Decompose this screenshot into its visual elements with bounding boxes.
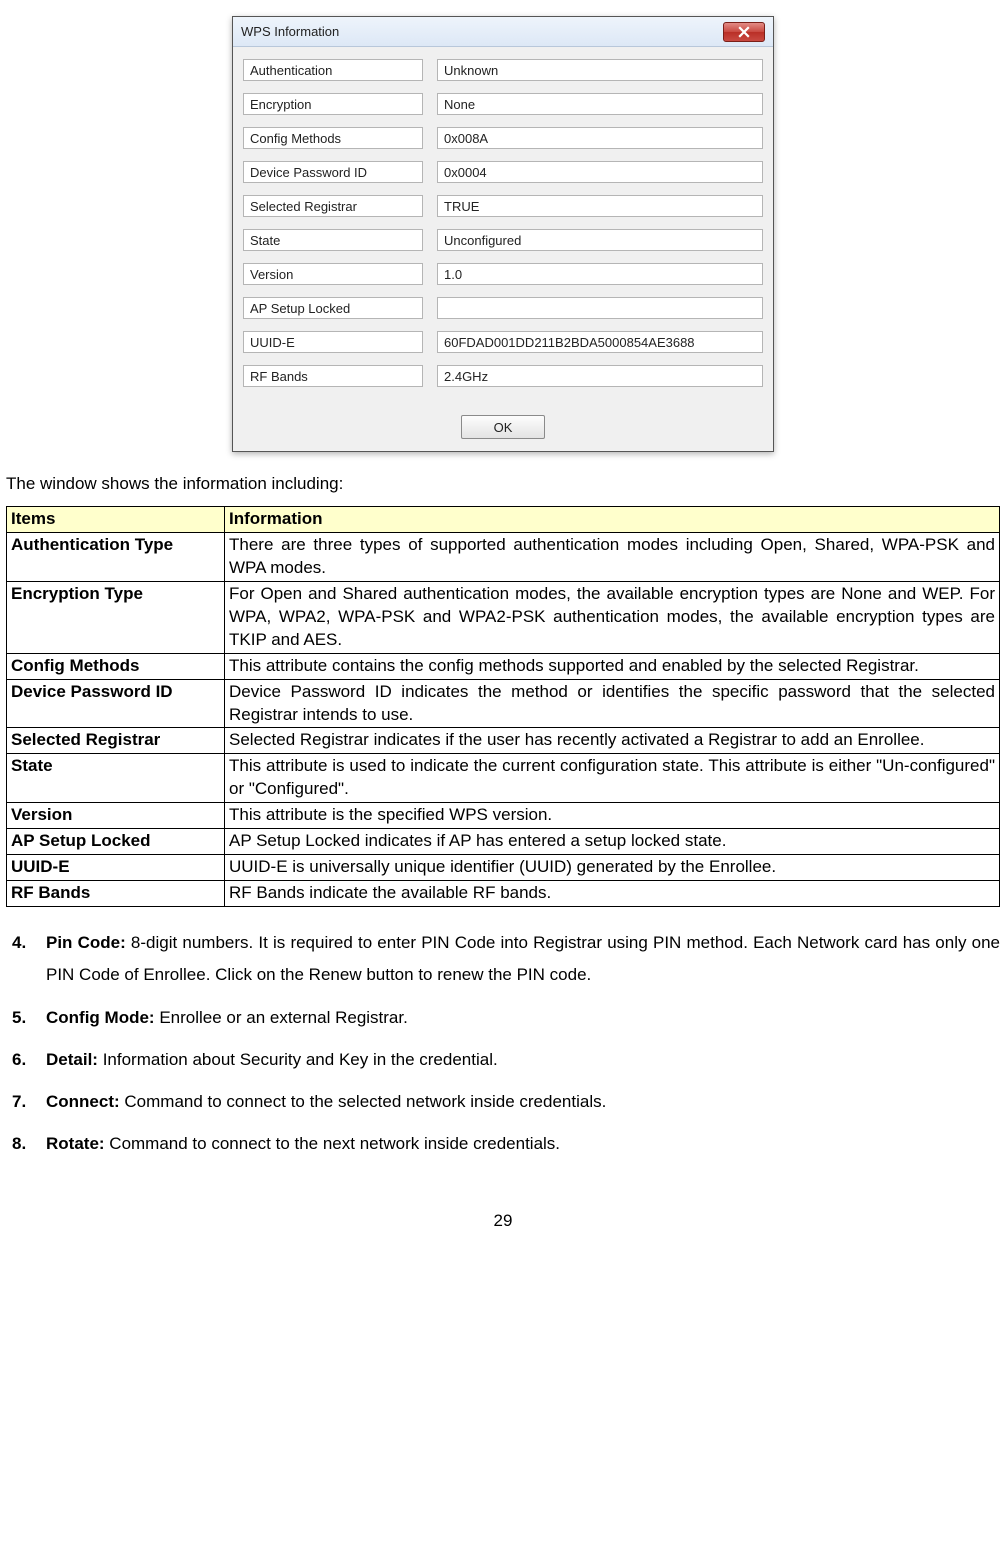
list-item: Detail: Information about Security and K…: [46, 1044, 1000, 1076]
table-row: VersionThis attribute is the specified W…: [7, 803, 1000, 829]
table-cell-item: Device Password ID: [7, 679, 225, 728]
table-row: Authentication TypeThere are three types…: [7, 532, 1000, 581]
table-cell-item: AP Setup Locked: [7, 829, 225, 855]
dialog-field-label: Selected Registrar: [243, 195, 423, 217]
dialog-field-value: 0x0004: [437, 161, 763, 183]
table-cell-info: Device Password ID indicates the method …: [225, 679, 1000, 728]
dialog-field-row: State Unconfigured: [243, 229, 763, 251]
table-cell-info: This attribute is used to indicate the c…: [225, 754, 1000, 803]
table-row: Selected RegistrarSelected Registrar ind…: [7, 728, 1000, 754]
dialog-field-row: Version 1.0: [243, 263, 763, 285]
page-number: 29: [6, 1211, 1000, 1231]
list-item-body: Information about Security and Key in th…: [98, 1050, 498, 1069]
list-item-body: Command to connect to the next network i…: [105, 1134, 560, 1153]
table-row: Device Password IDDevice Password ID ind…: [7, 679, 1000, 728]
dialog-field-label: State: [243, 229, 423, 251]
dialog-field-label: Config Methods: [243, 127, 423, 149]
table-row: RF BandsRF Bands indicate the available …: [7, 881, 1000, 907]
dialog-field-row: Authentication Unknown: [243, 59, 763, 81]
list-item: Pin Code: 8-digit numbers. It is require…: [46, 927, 1000, 992]
table-cell-info: RF Bands indicate the available RF bands…: [225, 881, 1000, 907]
dialog-field-value: TRUE: [437, 195, 763, 217]
dialog-titlebar: WPS Information: [233, 17, 773, 47]
table-cell-info: This attribute is the specified WPS vers…: [225, 803, 1000, 829]
list-item-title: Config Mode:: [46, 1008, 155, 1027]
list-item-title: Rotate:: [46, 1134, 105, 1153]
dialog-field-row: UUID-E 60FDAD001DD211B2BDA5000854AE3688: [243, 331, 763, 353]
table-cell-item: RF Bands: [7, 881, 225, 907]
dialog-field-value: Unknown: [437, 59, 763, 81]
table-row: StateThis attribute is used to indicate …: [7, 754, 1000, 803]
table-cell-info: AP Setup Locked indicates if AP has ente…: [225, 829, 1000, 855]
dialog-field-row: RF Bands 2.4GHz: [243, 365, 763, 387]
table-cell-item: State: [7, 754, 225, 803]
table-row: Config MethodsThis attribute contains th…: [7, 653, 1000, 679]
list-item-title: Detail:: [46, 1050, 98, 1069]
table-cell-item: UUID-E: [7, 855, 225, 881]
close-icon: [738, 26, 750, 38]
list-item: Connect: Command to connect to the selec…: [46, 1086, 1000, 1118]
wps-info-dialog: WPS Information Authentication Unknown Enc…: [232, 16, 774, 452]
table-cell-info: There are three types of supported authe…: [225, 532, 1000, 581]
table-row: Encryption TypeFor Open and Shared authe…: [7, 581, 1000, 653]
table-cell-item: Encryption Type: [7, 581, 225, 653]
numbered-list: Pin Code: 8-digit numbers. It is require…: [6, 927, 1000, 1161]
table-cell-item: Config Methods: [7, 653, 225, 679]
table-cell-item: Version: [7, 803, 225, 829]
list-item-body: Enrollee or an external Registrar.: [155, 1008, 408, 1027]
table-header-items: Items: [7, 507, 225, 533]
dialog-field-label: Encryption: [243, 93, 423, 115]
close-button[interactable]: [723, 22, 765, 42]
list-item-title: Connect:: [46, 1092, 120, 1111]
table-cell-item: Authentication Type: [7, 532, 225, 581]
dialog-field-row: Selected Registrar TRUE: [243, 195, 763, 217]
dialog-field-value: 1.0: [437, 263, 763, 285]
table-cell-info: UUID-E is universally unique identifier …: [225, 855, 1000, 881]
dialog-field-row: Encryption None: [243, 93, 763, 115]
table-header-info: Information: [225, 507, 1000, 533]
dialog-field-label: Device Password ID: [243, 161, 423, 183]
dialog-field-value: None: [437, 93, 763, 115]
dialog-field-value: 60FDAD001DD211B2BDA5000854AE3688: [437, 331, 763, 353]
table-cell-info: Selected Registrar indicates if the user…: [225, 728, 1000, 754]
dialog-field-value: [437, 297, 763, 319]
dialog-field-row: AP Setup Locked: [243, 297, 763, 319]
dialog-field-label: RF Bands: [243, 365, 423, 387]
dialog-body: Authentication Unknown Encryption None Confi…: [233, 47, 773, 409]
list-item-body: Command to connect to the selected netwo…: [120, 1092, 607, 1111]
dialog-field-row: Config Methods 0x008A: [243, 127, 763, 149]
dialog-field-value: Unconfigured: [437, 229, 763, 251]
dialog-field-label: Version: [243, 263, 423, 285]
ok-button-label: OK: [494, 420, 513, 435]
list-item: Rotate: Command to connect to the next n…: [46, 1128, 1000, 1160]
dialog-field-label: Authentication: [243, 59, 423, 81]
ok-button[interactable]: OK: [461, 415, 545, 439]
dialog-field-value: 0x008A: [437, 127, 763, 149]
table-cell-info: This attribute contains the config metho…: [225, 653, 1000, 679]
dialog-field-label: UUID-E: [243, 331, 423, 353]
list-item-body: 8-digit numbers. It is required to enter…: [46, 933, 1000, 984]
table-row: AP Setup LockedAP Setup Locked indicates…: [7, 829, 1000, 855]
dialog-field-row: Device Password ID 0x0004: [243, 161, 763, 183]
dialog-title: WPS Information: [241, 24, 723, 39]
table-row: UUID-EUUID-E is universally unique ident…: [7, 855, 1000, 881]
table-cell-info: For Open and Shared authentication modes…: [225, 581, 1000, 653]
dialog-field-value: 2.4GHz: [437, 365, 763, 387]
info-table: Items Information Authentication TypeThe…: [6, 506, 1000, 907]
list-item-title: Pin Code:: [46, 933, 126, 952]
dialog-field-label: AP Setup Locked: [243, 297, 423, 319]
table-cell-item: Selected Registrar: [7, 728, 225, 754]
intro-text: The window shows the information includi…: [6, 474, 1000, 494]
list-item: Config Mode: Enrollee or an external Reg…: [46, 1002, 1000, 1034]
